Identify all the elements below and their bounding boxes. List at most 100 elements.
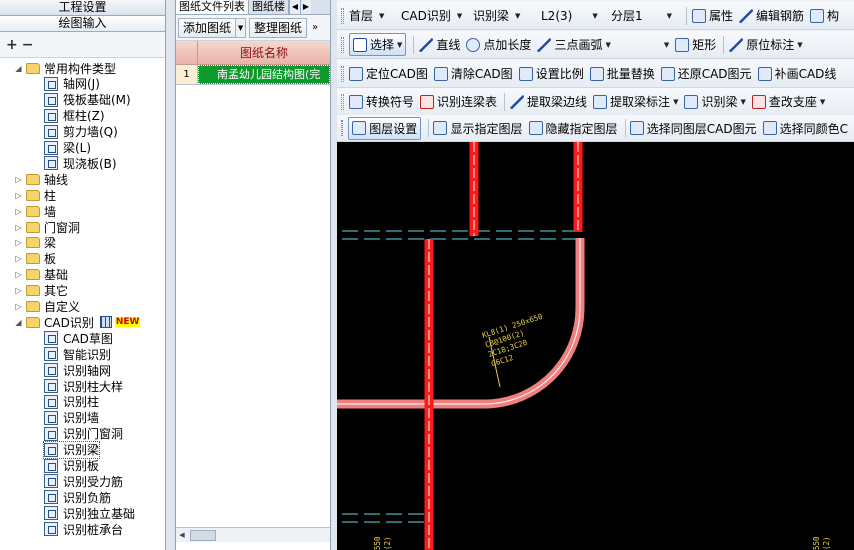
tree-item[interactable]: ◢ 常用构件类型	[14, 60, 116, 76]
tree-item[interactable]: 筏板基础(M)	[44, 92, 131, 108]
expand-arrow-icon[interactable]: ▷	[14, 207, 23, 216]
beam-annotation[interactable]: KL8(1) 250x650 C8@100(2) 2C18;3C20 G6C12	[481, 312, 554, 369]
tree-item[interactable]: ▷ 门窗洞	[14, 219, 80, 235]
expand-arrow-icon[interactable]: ▷	[14, 175, 23, 184]
tree-item[interactable]: 梁(L)	[44, 140, 91, 156]
cad-hide-icon	[528, 121, 543, 135]
floor-select[interactable]: 首层 ▼	[349, 7, 401, 24]
select-button[interactable]: 选择 ▼	[349, 33, 407, 56]
tab-drawing-floor[interactable]: 图纸楼	[249, 0, 289, 14]
cad-recognize-select[interactable]: CAD识别 ▼	[401, 7, 473, 24]
tree-item[interactable]: ▷ 轴线	[14, 171, 68, 187]
tree-item[interactable]: 识别受力筋	[44, 473, 123, 489]
add-drawing-dropdown-icon[interactable]: ▼	[236, 17, 247, 38]
scroll-thumb[interactable]	[190, 529, 216, 541]
expand-arrow-icon[interactable]: ▷	[14, 286, 23, 295]
recognize-beam-button[interactable]: 识别梁 ▼	[684, 93, 746, 110]
tab-scroll-right-icon[interactable]: ▶	[300, 0, 311, 14]
restore-cad-button[interactable]: 还原CAD图元	[660, 65, 752, 82]
component-list-button[interactable]: 构	[810, 7, 839, 24]
layer-settings-button[interactable]: 图层设置	[348, 116, 422, 140]
convert-symbol-button[interactable]: 转换符号	[349, 93, 414, 110]
tree-item[interactable]: 识别桩承台	[44, 521, 123, 537]
tree-item[interactable]: ▷ 柱	[14, 187, 56, 203]
expand-arrow-icon[interactable]: ▷	[14, 191, 23, 200]
extract-beam-mark-button[interactable]: 提取梁标注 ▼	[593, 93, 678, 110]
tree-item[interactable]: 识别柱大样	[44, 378, 123, 394]
tree-item[interactable]: ▷ 板	[14, 251, 56, 267]
show-layer-button[interactable]: 显示指定图层	[433, 120, 523, 137]
collapse-all-icon[interactable]: −	[22, 37, 34, 53]
tree-item[interactable]: ◢ CAD识别 NEW	[14, 314, 141, 330]
tree-item-label: 基础	[44, 268, 69, 283]
tree-item[interactable]: ▷ 其它	[14, 283, 68, 299]
drawing-name-column-header[interactable]: 图纸名称	[198, 41, 330, 64]
expand-arrow-icon[interactable]: ▷	[14, 270, 23, 279]
tree-item[interactable]: ▷ 墙	[14, 203, 56, 219]
drawing-name-cell[interactable]: 南孟幼儿园结构图(完	[198, 65, 330, 84]
sublayer-select[interactable]: 分层1 ▼	[611, 7, 685, 24]
tree-item[interactable]: 智能识别	[44, 346, 111, 362]
tree-item[interactable]: ▷ 梁	[14, 235, 56, 251]
collapse-arrow-icon[interactable]: ◢	[14, 318, 23, 327]
tree-item[interactable]: 框柱(Z)	[44, 108, 105, 124]
recognize-continuous-beam-table-button[interactable]: 识别连梁表	[420, 93, 497, 110]
in-situ-mark-button[interactable]: 原位标注 ▼	[729, 36, 803, 53]
select-same-layer-button[interactable]: 选择同图层CAD图元	[629, 120, 757, 137]
expand-arrow-icon[interactable]: ▷	[14, 223, 23, 232]
more-buttons-icon[interactable]: »	[310, 22, 320, 33]
table-row[interactable]: 1 南孟幼儿园结构图(完	[176, 65, 330, 85]
chevron-down-icon: ▼	[666, 11, 673, 20]
tree-item[interactable]: CAD草图	[44, 330, 113, 346]
tree-item[interactable]: 识别墙	[44, 410, 99, 426]
tree-item[interactable]: 识别板	[44, 458, 99, 474]
tree-item[interactable]: 识别轴网	[44, 362, 111, 378]
expand-arrow-icon[interactable]: ▷	[14, 238, 23, 247]
expand-arrow-icon[interactable]: ▷	[14, 302, 23, 311]
organize-drawing-button[interactable]: 整理图纸	[249, 17, 308, 38]
tree-item[interactable]: 识别梁	[42, 440, 101, 459]
tree-item[interactable]: ▷ 基础	[14, 267, 68, 283]
curved-beam[interactable]	[337, 238, 585, 409]
tree-item[interactable]: 轴网(J)	[44, 76, 100, 92]
extract-beam-edge-button[interactable]: 提取梁边线	[510, 93, 587, 110]
project-settings-tab[interactable]: 工程设置	[0, 0, 165, 16]
tree-item[interactable]: 剪力墙(Q)	[44, 124, 118, 140]
beam-layer-select[interactable]: L2(3) ▼	[541, 9, 611, 23]
drawing-input-tab[interactable]: 绘图输入	[0, 16, 165, 32]
recognize-beam-select[interactable]: 识别梁 ▼	[473, 7, 541, 24]
supplement-cad-line-button[interactable]: 补画CAD线	[757, 65, 836, 82]
tree-item[interactable]: ▷ 自定义	[14, 299, 80, 315]
locate-cad-button[interactable]: 定位CAD图	[349, 65, 428, 82]
cad-drawing-canvas[interactable]: KL8(1) 250x650 C8@100(2) 2C18;3C20 G6C12…	[337, 142, 854, 550]
set-scale-button[interactable]: 设置比例	[518, 65, 584, 82]
tree-item[interactable]: 识别柱	[44, 394, 99, 410]
shape-dropdown-icon[interactable]: ▼	[664, 41, 669, 49]
tree-item[interactable]: 识别门窗洞	[44, 426, 123, 442]
add-drawing-button[interactable]: 添加图纸	[178, 17, 237, 38]
cad-drawing[interactable]: KL8(1) 250x650 C8@100(2) 2C18;3C20 G6C12…	[337, 142, 854, 550]
expand-all-icon[interactable]: +	[6, 37, 18, 53]
tree-item[interactable]: 现浇板(B)	[44, 155, 117, 171]
tab-scroll-left-icon[interactable]: ◀	[289, 0, 300, 14]
line-button[interactable]: 直线	[419, 36, 460, 53]
scroll-left-arrow-icon[interactable]: ◀	[176, 531, 188, 539]
edit-rebar-button[interactable]: 编辑钢筋	[739, 7, 804, 24]
tree-item-label: 墙	[44, 204, 57, 219]
check-support-button[interactable]: 查改支座 ▼	[751, 93, 825, 110]
properties-button[interactable]: 属性	[692, 7, 733, 24]
expand-arrow-icon[interactable]: ▷	[14, 254, 23, 263]
rectangle-button[interactable]: 矩形	[675, 36, 716, 53]
tree-item[interactable]: 识别负筋	[44, 489, 111, 505]
point-length-button[interactable]: 点加长度	[466, 36, 531, 53]
raft-foundation-icon	[44, 92, 58, 107]
horizontal-scrollbar[interactable]: ◀	[176, 527, 330, 542]
select-same-color-button[interactable]: 选择同颜色C	[762, 120, 848, 137]
clear-cad-button[interactable]: 清除CAD图	[433, 65, 513, 82]
tree-item[interactable]: 识别独立基础	[44, 505, 135, 521]
hide-layer-button[interactable]: 隐藏指定图层	[528, 120, 618, 137]
three-point-arc-button[interactable]: 三点画弧 ▼	[537, 36, 611, 53]
tab-drawing-file-list[interactable]: 图纸文件列表	[176, 0, 249, 14]
batch-replace-button[interactable]: 批量替换	[589, 65, 655, 82]
collapse-arrow-icon[interactable]: ◢	[14, 64, 23, 73]
